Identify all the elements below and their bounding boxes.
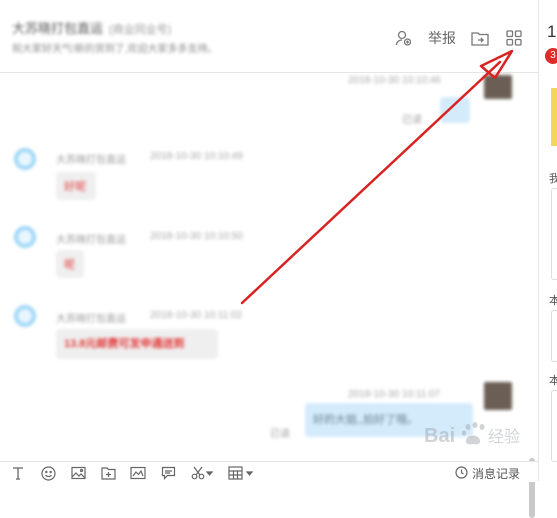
image-icon[interactable] [70, 465, 86, 481]
message-time: 2018-10-30 10:10:49 [150, 151, 243, 162]
sender-name: 大苏晓打包直运 [56, 155, 126, 166]
svg-text:Bai: Bai [424, 425, 455, 447]
message-time: 2018-10-30 10:11:07 [348, 389, 441, 400]
panel-label: 本 [549, 372, 557, 388]
baidu-watermark: Bai 经验 [424, 416, 534, 456]
avatar[interactable] [14, 226, 36, 248]
calculator-icon[interactable] [228, 465, 254, 481]
chat-title: 大苏晓打包直运 (商业同业号) [12, 18, 171, 37]
message-time: 2018-10-30 10:10:46 [348, 75, 441, 86]
chat-header: 大苏晓打包直运 (商业同业号) 祝大家好天气!新的货到了,欢迎大家多多支持。 举报 [0, 0, 538, 72]
sender-name: 大苏晓打包直运 [56, 314, 126, 325]
message-time: 2018-10-30 10:10:50 [150, 231, 243, 242]
toolbar-icons [10, 465, 254, 481]
app-grid-icon[interactable] [504, 28, 524, 48]
chat-title-tag: (商业同业号) [109, 24, 172, 36]
scissors-icon[interactable] [190, 465, 214, 481]
report-button[interactable]: 举报 [428, 28, 456, 48]
sender-name: 大苏晓打包直运 [56, 235, 126, 246]
notification-badge: 3 [545, 48, 557, 64]
svg-text:经验: 经验 [488, 428, 520, 446]
text-format-icon[interactable] [10, 465, 26, 481]
message-time: 2018-10-30 10:11:02 [150, 310, 243, 321]
avatar[interactable] [484, 75, 512, 99]
chat-messages: 2018-10-30 10:10:46 已读 大苏晓打包直运 2018-10-3… [0, 73, 538, 518]
panel-card [551, 310, 557, 362]
message-history-label: 消息记录 [471, 467, 520, 481]
panel-card [551, 188, 557, 280]
paw-logo-icon: Bai 经验 [424, 422, 520, 447]
read-status: 已读 [270, 429, 290, 440]
panel-label: 我 [549, 170, 557, 186]
panel-banner [551, 88, 557, 146]
panel-label: 本 [549, 292, 557, 308]
read-status: 已读 [402, 115, 422, 126]
chat-title-text: 大苏晓打包直运 [12, 21, 104, 36]
message-bubble[interactable]: 好呢 [56, 172, 96, 200]
file-icon[interactable] [100, 465, 116, 481]
panel-count: 1 [547, 22, 557, 41]
screenshot-icon[interactable] [130, 465, 146, 481]
message-bubble[interactable]: 呢 [56, 250, 84, 278]
message-history-button[interactable]: 消息记录 [455, 465, 520, 482]
chat-bubble-icon[interactable] [160, 465, 176, 481]
message-bubble[interactable]: 13.8元邮费可发申通送到 [56, 329, 218, 359]
panel-card [551, 390, 557, 462]
avatar[interactable] [14, 305, 36, 327]
avatar[interactable] [14, 148, 36, 170]
emoji-icon[interactable] [40, 465, 56, 481]
input-toolbar: 消息记录 [0, 461, 538, 482]
right-side-panel: 1 3 我 本 本 [538, 0, 557, 481]
add-friend-icon[interactable] [394, 28, 414, 48]
avatar[interactable] [484, 382, 512, 410]
header-actions: 举报 [394, 28, 524, 48]
folder-share-icon[interactable] [470, 28, 490, 48]
message-bubble[interactable] [440, 97, 470, 123]
clock-icon [455, 465, 468, 482]
chat-subtitle: 祝大家好天气!新的货到了,欢迎大家多多支持。 [12, 44, 218, 55]
